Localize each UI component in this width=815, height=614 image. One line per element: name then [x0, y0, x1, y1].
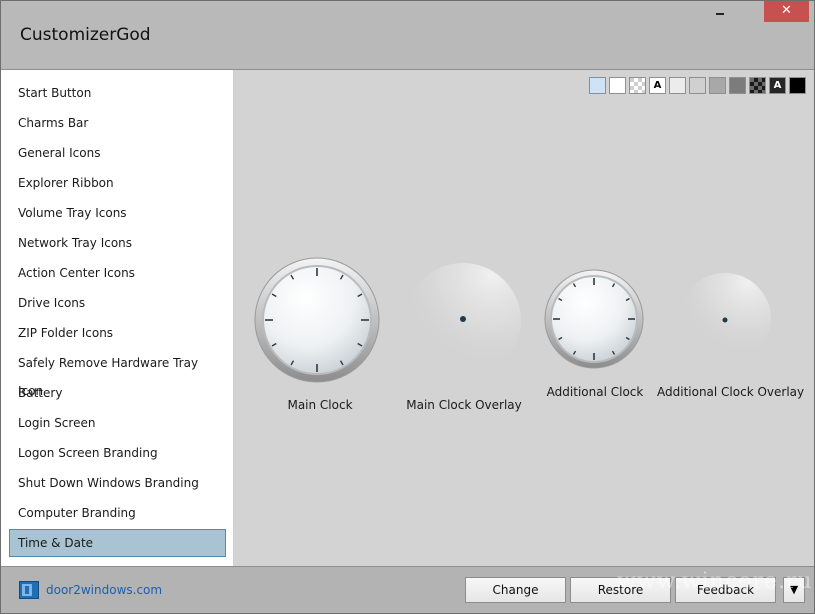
sidebar-item[interactable]: General Icons	[9, 139, 226, 167]
sidebar-item[interactable]: Battery	[9, 379, 226, 407]
app-title: CustomizerGod	[20, 25, 151, 45]
sidebar-item[interactable]: Login Screen	[9, 409, 226, 437]
background-swatch[interactable]	[589, 77, 606, 94]
close-icon: ✕	[781, 3, 792, 18]
minimize-icon	[716, 13, 724, 15]
additional-clock-label: Additional Clock	[546, 385, 644, 399]
swatch-letter: A	[653, 80, 662, 91]
title-bar: CustomizerGod ✕	[1, 1, 814, 70]
additional-clock-preview[interactable]	[543, 268, 645, 370]
additional-clock-overlay-label: Additional Clock Overlay	[657, 385, 805, 399]
sidebar-item[interactable]: Logon Screen Branding	[9, 439, 226, 467]
app-window: CustomizerGod ✕ Start Button Charms Bar Ge…	[0, 0, 815, 614]
background-swatch[interactable]: A	[769, 77, 786, 94]
sidebar-item[interactable]: Start Button	[9, 79, 226, 107]
main-clock-overlay-label: Main Clock Overlay	[406, 398, 522, 412]
background-swatch[interactable]	[789, 77, 806, 94]
main-clock-overlay-preview[interactable]	[403, 261, 523, 381]
sidebar-item[interactable]: Shut Down Windows Branding	[9, 469, 226, 497]
background-swatch[interactable]	[629, 77, 646, 94]
minimize-button[interactable]	[706, 1, 733, 22]
background-swatch[interactable]	[689, 77, 706, 94]
background-swatch[interactable]	[709, 77, 726, 94]
close-button[interactable]: ✕	[764, 1, 809, 22]
swatch-letter: A	[773, 80, 782, 91]
sidebar-item[interactable]: Time & Date	[9, 529, 226, 557]
watermark-text: www.wincore.ru	[617, 569, 813, 594]
sidebar-item[interactable]: Volume Tray Icons	[9, 199, 226, 227]
background-swatch[interactable]	[609, 77, 626, 94]
sidebar-item[interactable]: Drive Icons	[9, 289, 226, 317]
sidebar-item[interactable]: ZIP Folder Icons	[9, 319, 226, 347]
door2windows-logo-icon	[19, 581, 39, 599]
background-swatch[interactable]	[729, 77, 746, 94]
sidebar-item[interactable]: Network Tray Icons	[9, 229, 226, 257]
sidebar-item[interactable]: Action Center Icons	[9, 259, 226, 287]
sidebar: Start Button Charms Bar General Icons Explo…	[1, 70, 234, 566]
background-swatch[interactable]	[749, 77, 766, 94]
door2windows-link[interactable]: door2windows.com	[46, 583, 162, 597]
background-swatch[interactable]	[669, 77, 686, 94]
sidebar-item[interactable]: Computer Branding	[9, 499, 226, 527]
sidebar-item[interactable]: Explorer Ribbon	[9, 169, 226, 197]
change-button[interactable]: Change	[465, 577, 566, 603]
sidebar-item[interactable]: Charms Bar	[9, 109, 226, 137]
main-clock-label: Main Clock	[287, 398, 353, 412]
main-clock-preview[interactable]	[253, 256, 381, 384]
background-swatch[interactable]: A	[649, 77, 666, 94]
sidebar-item[interactable]: Safely Remove Hardware Tray Icon	[9, 349, 226, 398]
additional-clock-overlay-preview[interactable]	[677, 271, 773, 367]
